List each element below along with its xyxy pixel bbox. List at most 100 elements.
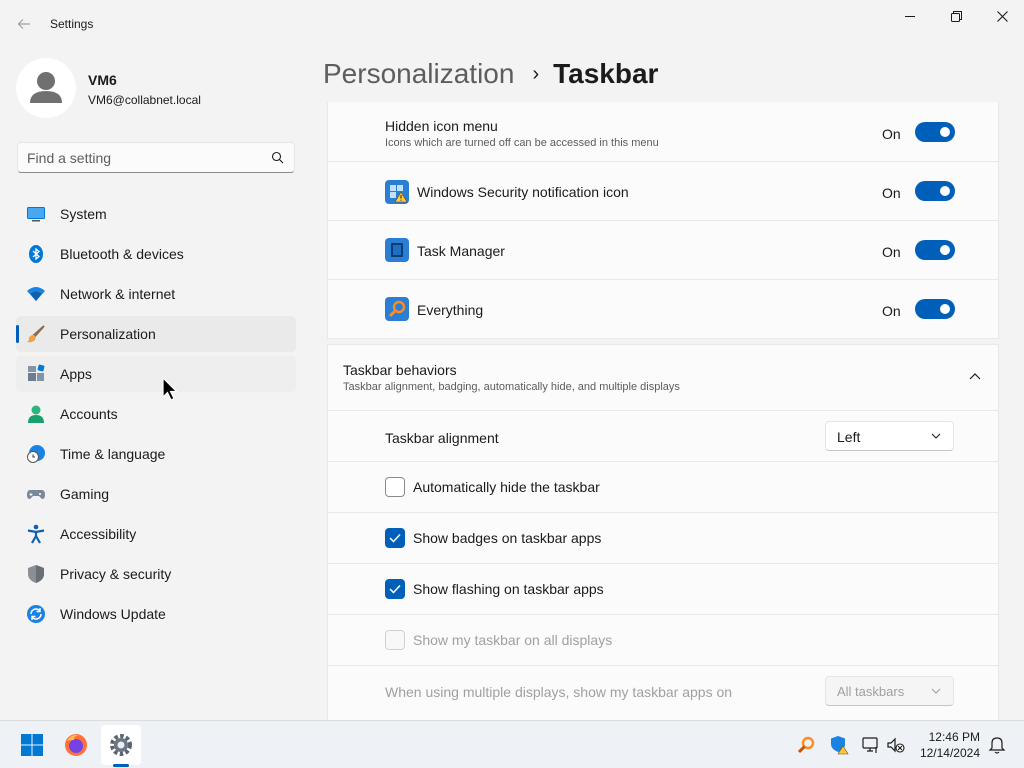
divider — [327, 512, 999, 513]
sidebar-item-label: Accessibility — [60, 526, 137, 542]
all-displays-label: Show my taskbar on all displays — [413, 632, 613, 648]
apps-icon — [28, 364, 45, 381]
windows-security-tray-icon[interactable] — [829, 735, 849, 755]
network-tray-icon[interactable] — [861, 735, 881, 755]
paintbrush-icon — [27, 325, 45, 343]
hidden-icon-menu-subtitle: Icons which are turned off can be access… — [385, 137, 659, 149]
everything-search-icon — [385, 297, 409, 321]
search-box[interactable] — [17, 142, 295, 173]
sidebar-item-accessibility[interactable]: Accessibility — [16, 516, 296, 552]
volume-muted-icon[interactable] — [886, 735, 906, 755]
sidebar-item-network[interactable]: Network & internet — [16, 276, 296, 312]
chevron-down-icon — [931, 433, 941, 439]
active-app-indicator — [113, 764, 129, 767]
divider — [327, 563, 999, 564]
checkmark-icon — [389, 533, 401, 543]
divider — [327, 161, 999, 162]
sidebar-item-windows-update[interactable]: Windows Update — [16, 596, 296, 632]
globe-clock-icon — [27, 445, 45, 463]
restore-button[interactable] — [933, 0, 979, 32]
app-title: Settings — [50, 17, 94, 31]
sidebar-item-label: System — [60, 206, 107, 222]
close-button[interactable] — [979, 0, 1024, 32]
divider — [327, 614, 999, 615]
user-name: VM6 — [88, 72, 117, 88]
chevron-down-icon — [931, 688, 941, 694]
toggle-state-label: On — [882, 126, 901, 142]
user-profile[interactable]: VM6 VM6@collabnet.local — [16, 58, 306, 118]
taskbar-alignment-label: Taskbar alignment — [385, 430, 499, 446]
everything-label: Everything — [417, 302, 484, 318]
sidebar-item-time-language[interactable]: Time & language — [16, 436, 296, 472]
badges-label: Show badges on taskbar apps — [413, 530, 602, 546]
sidebar-item-label: Privacy & security — [60, 566, 172, 582]
minimize-icon — [905, 16, 915, 17]
clock-date: 12/14/2024 — [919, 746, 980, 760]
windows-security-icon — [385, 180, 409, 204]
flashing-label: Show flashing on taskbar apps — [413, 581, 604, 597]
sidebar-item-system[interactable]: System — [16, 196, 296, 232]
sidebar-item-label: Windows Update — [60, 606, 166, 622]
sidebar-item-privacy[interactable]: Privacy & security — [16, 556, 296, 592]
restore-icon — [950, 10, 962, 22]
sidebar-item-accounts[interactable]: Accounts — [16, 396, 296, 432]
accessibility-icon — [27, 524, 45, 544]
taskbar-behaviors-subtitle: Taskbar alignment, badging, automaticall… — [343, 381, 680, 393]
task-manager-toggle[interactable] — [915, 240, 955, 260]
bell-icon[interactable] — [987, 735, 1007, 755]
sidebar: VM6 VM6@collabnet.local System Bluetooth… — [0, 48, 312, 720]
divider — [327, 279, 999, 280]
chevron-up-icon[interactable] — [969, 372, 981, 380]
user-email: VM6@collabnet.local — [88, 93, 201, 107]
hidden-icon-menu-toggle[interactable] — [915, 122, 955, 142]
toggle-state-label: On — [882, 303, 901, 319]
search-input[interactable] — [18, 143, 258, 172]
minimize-button[interactable] — [887, 0, 933, 32]
gamepad-icon — [27, 490, 45, 499]
badges-checkbox[interactable] — [385, 528, 405, 548]
sidebar-item-gaming[interactable]: Gaming — [16, 476, 296, 512]
sync-icon — [27, 605, 45, 623]
sidebar-item-label: Network & internet — [60, 286, 176, 302]
windows-start-icon — [21, 734, 43, 756]
breadcrumb: Personalization › Taskbar — [323, 58, 658, 98]
taskbar: 12:46 PM 12/14/2024 — [0, 720, 1024, 768]
sidebar-item-bluetooth[interactable]: Bluetooth & devices — [16, 236, 296, 272]
breadcrumb-parent[interactable]: Personalization — [323, 58, 514, 89]
multi-display-dropdown: All taskbars — [825, 676, 954, 706]
firefox-taskbar-button[interactable] — [56, 725, 96, 765]
start-button[interactable] — [12, 725, 52, 765]
toggle-state-label: On — [882, 244, 901, 260]
windows-security-toggle[interactable] — [915, 181, 955, 201]
bluetooth-icon — [29, 245, 43, 263]
windows-security-label: Windows Security notification icon — [417, 184, 629, 200]
divider — [327, 461, 999, 462]
sidebar-item-label: Gaming — [60, 486, 110, 502]
back-button[interactable] — [10, 10, 38, 38]
sidebar-item-label: Accounts — [60, 406, 118, 422]
hidden-icon-menu-title: Hidden icon menu — [385, 118, 498, 134]
dropdown-value: Left — [837, 429, 861, 445]
sidebar-item-apps[interactable]: Apps — [16, 356, 296, 392]
auto-hide-checkbox[interactable] — [385, 477, 405, 497]
checkmark-icon — [389, 584, 401, 594]
arrow-left-icon — [17, 19, 30, 29]
firefox-icon — [65, 734, 87, 756]
task-manager-icon — [385, 238, 409, 262]
taskbar-behaviors-body — [327, 410, 999, 720]
everything-tray-icon[interactable] — [796, 735, 816, 755]
dropdown-value: All taskbars — [837, 684, 905, 699]
person-avatar-icon — [30, 72, 62, 103]
everything-toggle[interactable] — [915, 299, 955, 319]
wifi-icon — [27, 287, 45, 301]
sidebar-item-personalization[interactable]: Personalization — [16, 316, 296, 352]
sidebar-item-label: Apps — [60, 366, 92, 382]
flashing-checkbox[interactable] — [385, 579, 405, 599]
settings-taskbar-button[interactable] — [101, 725, 141, 765]
page-title: Taskbar — [553, 58, 659, 89]
monitor-icon — [27, 207, 45, 222]
task-manager-label: Task Manager — [417, 243, 505, 259]
taskbar-alignment-dropdown[interactable]: Left — [825, 421, 954, 451]
divider — [327, 220, 999, 221]
system-clock[interactable]: 12:46 PM 12/14/2024 — [912, 729, 980, 761]
